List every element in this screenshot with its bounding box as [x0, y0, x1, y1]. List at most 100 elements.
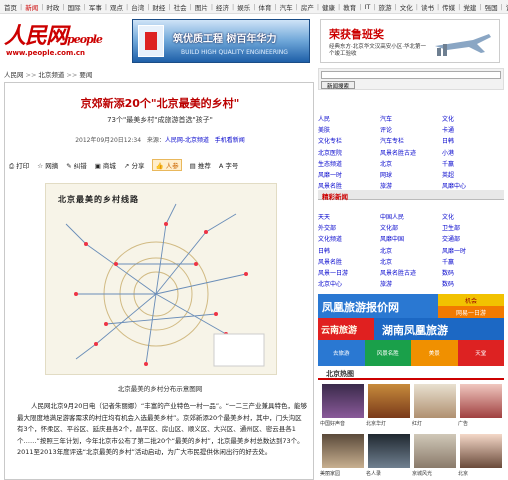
ad-hunan-travel[interactable]: 湖南凤凰旅游: [374, 318, 504, 340]
sidebar-link[interactable]: 风靡中心: [442, 181, 504, 190]
top-nav-link[interactable]: 时政: [46, 2, 59, 12]
sidebar-link[interactable]: 日韩: [442, 136, 504, 145]
thumbnail[interactable]: 中国好声音: [320, 384, 364, 427]
sidebar-link[interactable]: 风景名胜古迹: [380, 148, 442, 157]
article-source[interactable]: 人民网-北京频道: [165, 137, 209, 144]
sidebar-link[interactable]: 生态频道: [318, 159, 380, 168]
top-nav-link[interactable]: 经济: [216, 2, 229, 12]
sidebar-link[interactable]: 外交部: [318, 223, 380, 232]
sidebar-link[interactable]: 风景一日游: [318, 268, 380, 277]
top-nav-link[interactable]: 传媒: [442, 2, 455, 12]
sidebar-link[interactable]: 卡通: [442, 125, 504, 134]
sidebar-link[interactable]: 数码: [442, 268, 504, 277]
sidebar-link[interactable]: 数码: [442, 279, 504, 288]
search-input[interactable]: [321, 71, 501, 79]
sidebar-link[interactable]: 千赢: [442, 257, 504, 266]
sidebar-link[interactable]: 北京: [380, 246, 442, 255]
sidebar-link[interactable]: 文化: [442, 114, 504, 123]
sidebar-link[interactable]: 风景名胜: [318, 257, 380, 266]
top-nav-link[interactable]: 社会: [174, 2, 187, 12]
sidebar-link[interactable]: 北京中心: [318, 279, 380, 288]
sidebar-link[interactable]: 千赢: [442, 159, 504, 168]
thumbnail[interactable]: 京城风光: [412, 434, 456, 477]
likes-badge[interactable]: 👍 人参: [152, 159, 182, 171]
banner-ad-huali[interactable]: 筑优质工程 树百年华力 BUILD HIGH QUALITY ENGINEERI…: [132, 19, 310, 63]
top-nav-link[interactable]: 观点: [110, 2, 123, 12]
print-button[interactable]: ⎙ 打印: [9, 160, 29, 171]
ad-small-1[interactable]: 机会: [438, 294, 504, 306]
top-nav-link[interactable]: 强国: [485, 2, 498, 12]
top-nav-link[interactable]: 读书: [421, 2, 434, 12]
mobile-news-link[interactable]: 手机看新闻: [215, 137, 245, 144]
top-nav-link[interactable]: 房产: [301, 2, 314, 12]
sidebar-link[interactable]: 人民: [318, 114, 380, 123]
top-nav-link[interactable]: 健康: [322, 2, 335, 12]
breadcrumb-section[interactable]: 要闻: [79, 71, 92, 79]
top-nav-link[interactable]: 娱乐: [237, 2, 250, 12]
search-button[interactable]: 新闻搜索: [321, 81, 355, 90]
sidebar-link[interactable]: 文化: [442, 212, 504, 221]
top-nav-link[interactable]: IT: [364, 3, 370, 11]
sidebar-link[interactable]: 汽车: [380, 114, 442, 123]
sidebar-link[interactable]: 评论: [380, 125, 442, 134]
breadcrumb-channel[interactable]: 北京频道: [38, 71, 64, 79]
top-nav-link[interactable]: 图片: [195, 2, 208, 12]
top-nav-link[interactable]: 国际: [68, 2, 81, 12]
ad-strip[interactable]: 去旅游 风景名胜 美景 天堂: [318, 340, 504, 366]
top-nav-link[interactable]: 文化: [400, 2, 413, 12]
top-nav-link[interactable]: 首页: [4, 2, 17, 12]
top-nav-link[interactable]: 财经: [152, 2, 165, 12]
ad-small-2[interactable]: 网易一日游: [438, 306, 504, 318]
sidebar-link[interactable]: 北京: [380, 159, 442, 168]
sidebar-link[interactable]: 旅游: [380, 181, 442, 190]
sidebar-link[interactable]: 旅游: [380, 279, 442, 288]
ad-strip-item[interactable]: 风景名胜: [364, 340, 411, 366]
top-nav-link[interactable]: 汽车: [280, 2, 293, 12]
ad-strip-item[interactable]: 天堂: [457, 340, 504, 366]
sidebar-link[interactable]: 小港: [442, 148, 504, 157]
ad-strip-item[interactable]: 美景: [411, 340, 458, 366]
sidebar-link[interactable]: 风靡中国: [380, 234, 442, 243]
banner-ad-luban[interactable]: 荣获鲁班奖 经典东方·北京华文汉高安小区·华北第一个竣工验收: [320, 19, 500, 63]
sidebar-link[interactable]: 文化专栏: [318, 136, 380, 145]
share-button[interactable]: ↗ 分享: [124, 160, 145, 170]
people-logo[interactable]: 人民网people www.people.com.cn: [4, 18, 104, 64]
sidebar-link[interactable]: 北京医院: [318, 148, 380, 157]
recommend-button[interactable]: ▤ 推荐: [190, 160, 211, 170]
top-nav-link[interactable]: 教育: [343, 2, 356, 12]
thumbnail[interactable]: 广告: [458, 384, 502, 427]
sidebar-link[interactable]: 英超: [442, 170, 504, 179]
thumbnail[interactable]: 美丽家园: [320, 434, 364, 477]
top-nav-link[interactable]: 党建: [463, 2, 476, 12]
bookmark-button[interactable]: ☆ 网摘: [37, 160, 58, 170]
thumbnail[interactable]: 北京: [458, 434, 502, 477]
top-nav-link[interactable]: 体育: [258, 2, 271, 12]
shop-button[interactable]: ▣ 商城: [95, 160, 116, 170]
thumbnail[interactable]: 北京华灯: [366, 384, 410, 427]
sidebar-link[interactable]: 汽车专栏: [380, 136, 442, 145]
sidebar-link[interactable]: 风景名胜: [318, 181, 380, 190]
sidebar-link[interactable]: 风景名胜古迹: [380, 268, 442, 277]
sidebar-link[interactable]: 卫生部: [442, 223, 504, 232]
top-nav-link[interactable]: 旅游: [379, 2, 392, 12]
tab-title[interactable]: 精彩新闻: [322, 191, 348, 201]
sidebar-link[interactable]: 北京: [380, 257, 442, 266]
ad-yunnan-travel[interactable]: 云南旅游: [318, 318, 374, 340]
top-nav-link[interactable]: 新闻: [25, 2, 38, 12]
sidebar-link[interactable]: 网球: [380, 170, 442, 179]
sidebar-link[interactable]: 风靡一时: [318, 170, 380, 179]
sidebar-link[interactable]: 文化频道: [318, 234, 380, 243]
font-size-button[interactable]: A 字号: [219, 160, 239, 170]
top-nav-link[interactable]: 台湾: [131, 2, 144, 12]
sidebar-link[interactable]: 日韩: [318, 246, 380, 255]
ad-strip-item[interactable]: 去旅游: [318, 340, 365, 366]
sidebar-link[interactable]: 美肤: [318, 125, 380, 134]
top-nav-link[interactable]: 军事: [89, 2, 102, 12]
sidebar-link[interactable]: 交通部: [442, 234, 504, 243]
sidebar-link[interactable]: 风靡一时: [442, 246, 504, 255]
sidebar-link[interactable]: 文化部: [380, 223, 442, 232]
sidebar-link[interactable]: 天天: [318, 212, 380, 221]
thumbnail[interactable]: 红灯: [412, 384, 456, 427]
breadcrumb-home[interactable]: 人民网: [4, 71, 24, 79]
ad-fenghuang-travel[interactable]: 凤凰旅游报价网: [318, 294, 438, 318]
